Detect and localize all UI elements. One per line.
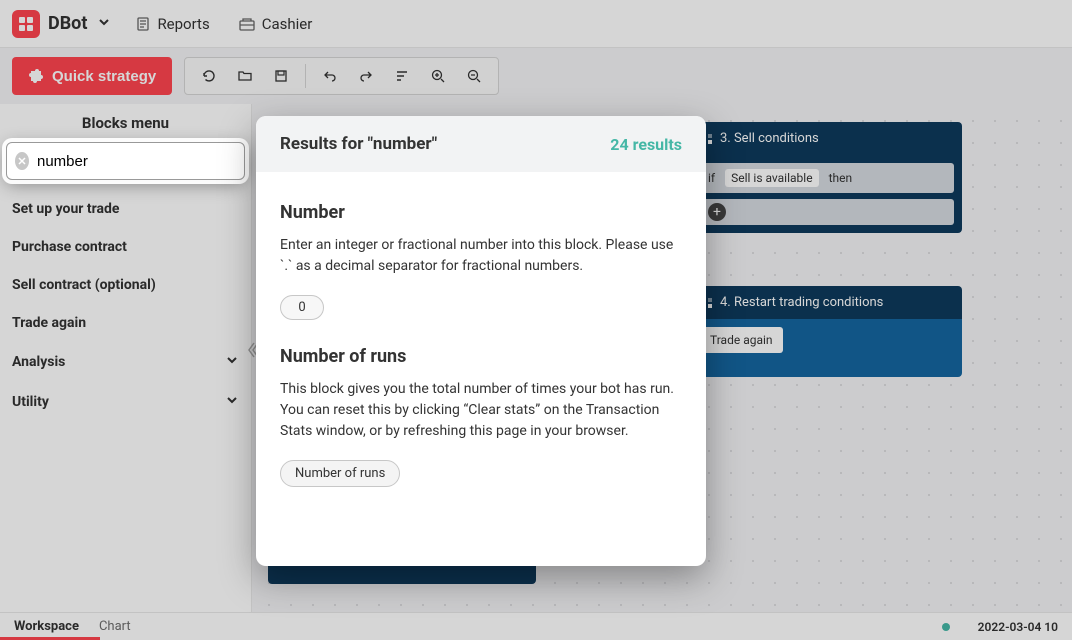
zoom-out-button[interactable]	[458, 60, 490, 92]
condition-row[interactable]: if Sell is available then	[700, 163, 954, 193]
block-header: 4. Restart trading conditions	[692, 286, 962, 319]
refresh-icon	[201, 68, 217, 84]
number-of-runs-pill[interactable]: Number of runs	[280, 460, 400, 487]
toolbar-divider	[305, 64, 306, 88]
toolbar: Quick strategy	[0, 48, 1072, 104]
result-title: Number	[280, 202, 682, 223]
tab-workspace[interactable]: Workspace	[14, 619, 79, 634]
undo-button[interactable]	[314, 60, 346, 92]
sidebar-item-label: Set up your trade	[12, 201, 119, 217]
reports-icon	[135, 16, 151, 32]
modal-title: Results for "number"	[280, 134, 437, 154]
footer: Workspace Chart 2022-03-04 10	[0, 612, 1072, 640]
sort-icon	[394, 68, 410, 84]
sidebar-item-analysis[interactable]: Analysis	[0, 342, 251, 382]
quick-strategy-label: Quick strategy	[52, 68, 156, 85]
sidebar-item-setup[interactable]: Set up your trade	[0, 190, 251, 228]
save-button[interactable]	[265, 60, 297, 92]
chevron-down-icon	[225, 353, 239, 371]
cashier-label: Cashier	[262, 15, 313, 33]
save-icon	[273, 68, 289, 84]
if-label: if	[708, 171, 715, 185]
reports-link[interactable]: Reports	[135, 15, 209, 33]
icon-toolbar	[184, 57, 499, 95]
zoom-in-button[interactable]	[422, 60, 454, 92]
search-wrap	[6, 142, 245, 180]
quick-strategy-button[interactable]: Quick strategy	[12, 57, 172, 95]
folder-icon	[237, 68, 253, 84]
reports-label: Reports	[157, 15, 209, 33]
chevron-down-icon	[97, 14, 111, 33]
status-dot-icon	[942, 623, 950, 631]
result-item-number: Number Enter an integer or fractional nu…	[280, 202, 682, 320]
puzzle-icon	[28, 68, 44, 84]
redo-icon	[358, 68, 374, 84]
clear-search-icon[interactable]	[15, 152, 29, 170]
result-item-number-of-runs: Number of runs This block gives you the …	[280, 346, 682, 487]
condition-pill: Sell is available	[725, 169, 818, 187]
brand[interactable]: DBot	[12, 10, 111, 38]
cashier-icon	[238, 16, 256, 32]
sidebar-item-label: Trade again	[12, 315, 86, 331]
result-desc: Enter an integer or fractional number in…	[280, 235, 682, 277]
result-count: 24 results	[610, 135, 682, 154]
result-title: Number of runs	[280, 346, 682, 367]
block-fragment	[268, 564, 536, 584]
sidebar: Blocks menu Set up your trade Purchase c…	[0, 104, 252, 612]
add-condition-row[interactable]: +	[700, 199, 954, 225]
open-button[interactable]	[229, 60, 261, 92]
redo-button[interactable]	[350, 60, 382, 92]
search-input[interactable]	[37, 153, 236, 170]
top-nav: DBot Reports Cashier	[0, 0, 1072, 48]
zoom-out-icon	[466, 68, 482, 84]
result-desc: This block gives you the total number of…	[280, 379, 682, 442]
search-results-modal: Results for "number" 24 results Number E…	[256, 116, 706, 566]
tab-chart[interactable]: Chart	[99, 619, 131, 634]
plus-icon: +	[708, 203, 726, 221]
sidebar-item-purchase[interactable]: Purchase contract	[0, 228, 251, 266]
block-title: 4. Restart trading conditions	[720, 295, 883, 310]
then-label: then	[829, 171, 853, 185]
modal-body[interactable]: Number Enter an integer or fractional nu…	[256, 172, 706, 533]
number-value-pill[interactable]: 0	[280, 295, 324, 320]
block-header: 3. Sell conditions	[692, 122, 962, 155]
refresh-button[interactable]	[193, 60, 225, 92]
chevron-down-icon	[225, 393, 239, 411]
cashier-link[interactable]: Cashier	[238, 15, 313, 33]
sidebar-item-label: Utility	[12, 394, 49, 410]
sidebar-item-sell[interactable]: Sell contract (optional)	[0, 266, 251, 304]
brand-logo	[12, 10, 40, 38]
sort-button[interactable]	[386, 60, 418, 92]
zoom-in-icon	[430, 68, 446, 84]
sidebar-item-utility[interactable]: Utility	[0, 382, 251, 422]
undo-icon	[322, 68, 338, 84]
brand-name: DBot	[48, 13, 87, 34]
block-title: 3. Sell conditions	[720, 131, 819, 146]
block-restart-conditions[interactable]: 4. Restart trading conditions Trade agai…	[692, 286, 962, 377]
footer-datetime: 2022-03-04 10	[978, 620, 1058, 634]
trade-again-pill[interactable]: Trade again	[700, 327, 783, 353]
blocks-menu-title: Blocks menu	[0, 104, 251, 142]
sidebar-item-label: Analysis	[12, 354, 65, 370]
sidebar-item-label: Sell contract (optional)	[12, 277, 156, 293]
block-sell-conditions[interactable]: 3. Sell conditions if Sell is available …	[692, 122, 962, 233]
sidebar-item-label: Purchase contract	[12, 239, 127, 255]
sidebar-item-trade-again[interactable]: Trade again	[0, 304, 251, 342]
modal-header: Results for "number" 24 results	[256, 116, 706, 172]
